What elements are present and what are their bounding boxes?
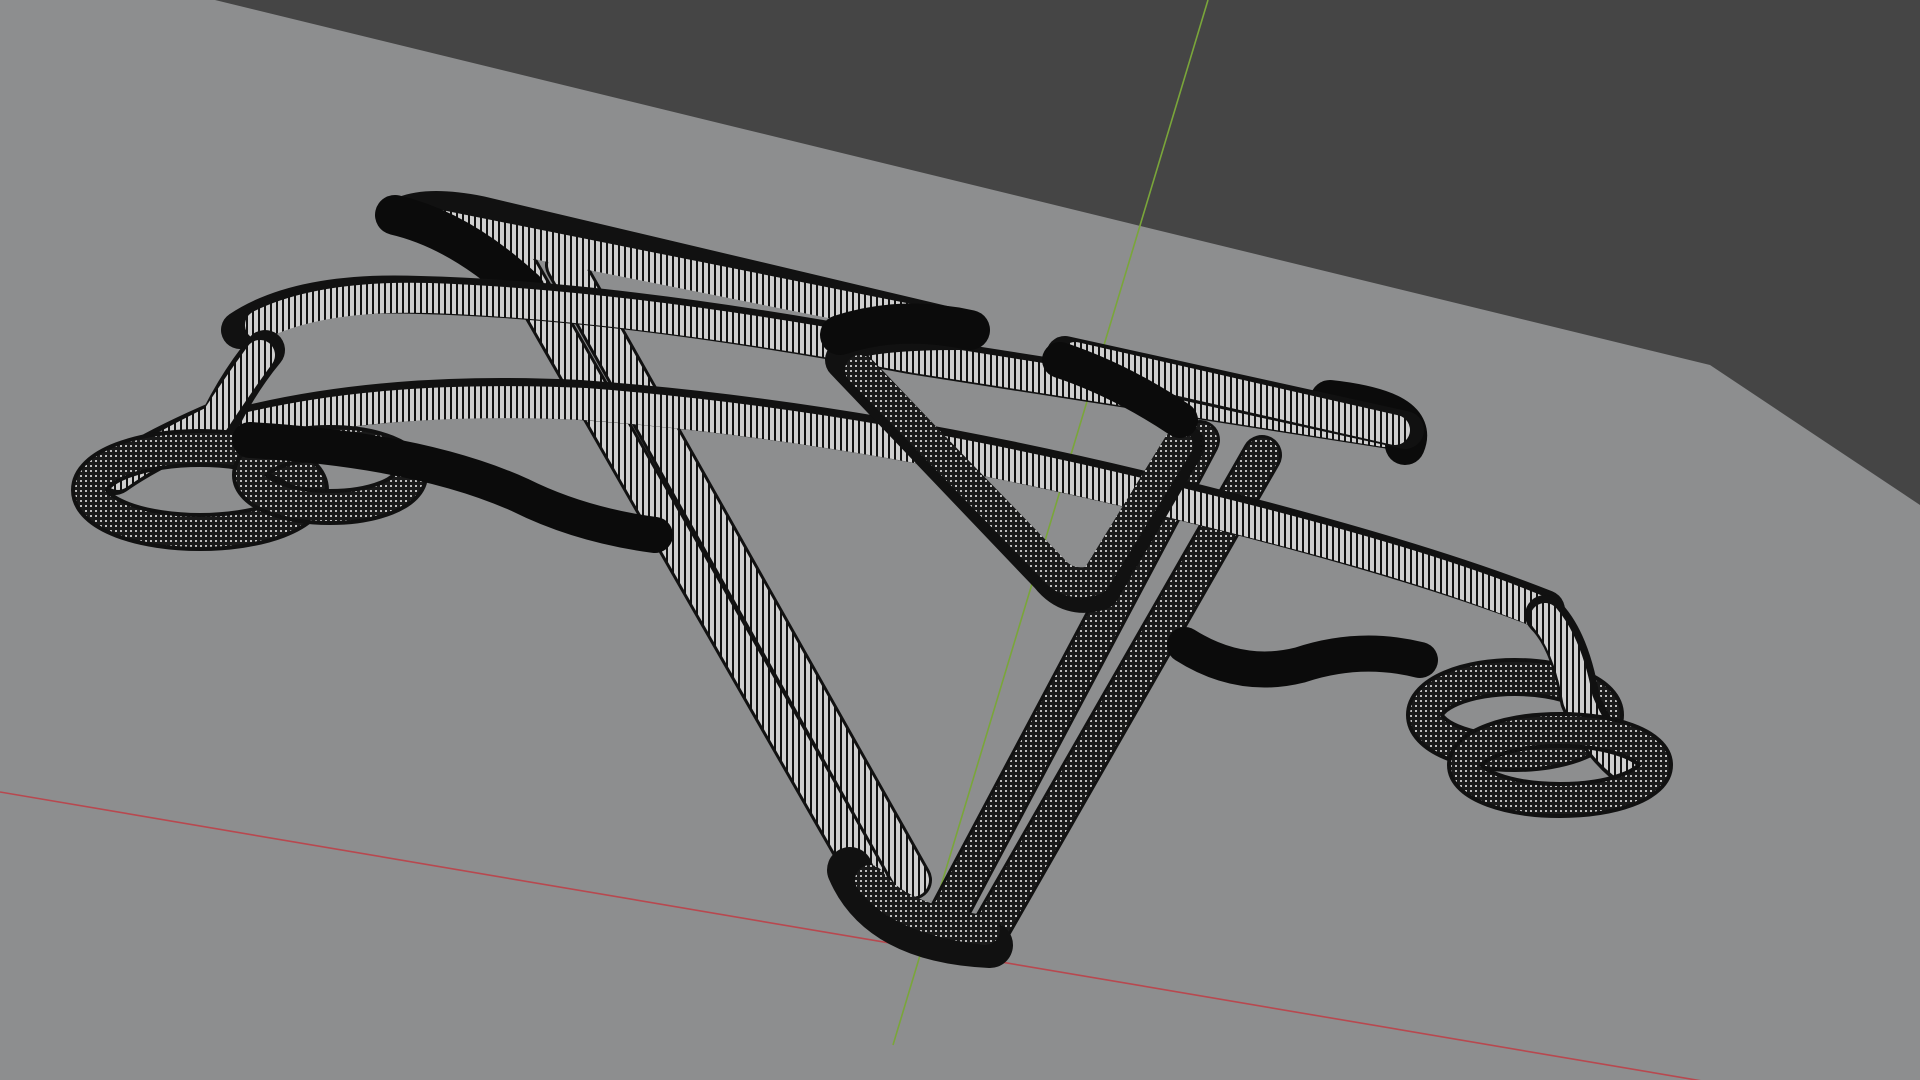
viewport-canvas[interactable]: [0, 0, 1920, 1080]
3d-viewport[interactable]: [0, 0, 1920, 1080]
